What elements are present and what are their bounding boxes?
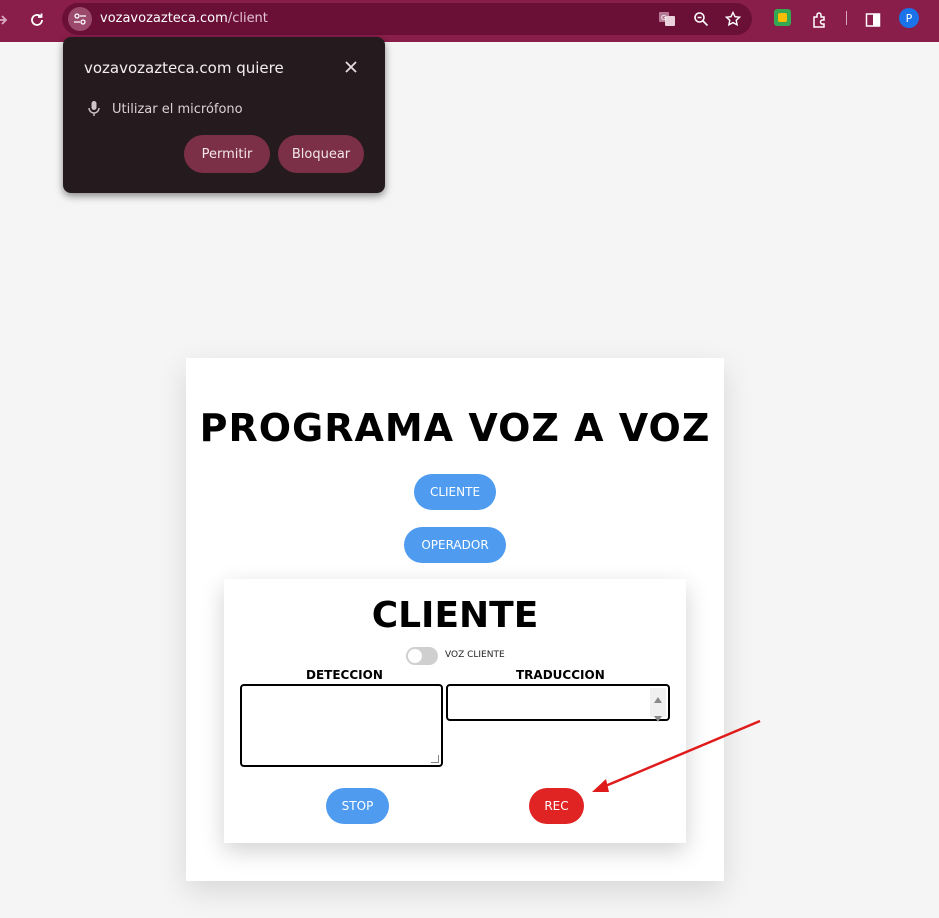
toolbar-divider — [846, 11, 847, 25]
scroll-down-icon[interactable] — [654, 707, 662, 726]
allow-button[interactable]: Permitir — [184, 135, 270, 173]
forward-icon[interactable] — [0, 8, 14, 32]
stop-button[interactable]: STOP — [326, 788, 389, 824]
url-host: vozavozazteca.com — [100, 11, 228, 26]
browser-toolbar: vozavozazteca.com/client G P — [0, 0, 939, 42]
page-title: PROGRAMA VOZ A VOZ — [199, 406, 711, 450]
reload-icon[interactable] — [25, 8, 49, 32]
side-panel-icon[interactable] — [861, 8, 885, 32]
scroll-up-icon[interactable] — [654, 688, 662, 707]
permission-popup: vozavozazteca.com quiere Utilizar el mic… — [63, 37, 385, 193]
rec-button[interactable]: REC — [529, 788, 584, 824]
translate-icon[interactable]: G — [657, 9, 677, 29]
deteccion-textarea[interactable] — [240, 684, 443, 767]
extension-icon[interactable] — [774, 9, 791, 26]
operador-button[interactable]: OPERADOR — [404, 527, 506, 563]
permission-title: vozavozazteca.com quiere — [84, 59, 284, 77]
extensions-puzzle-icon[interactable] — [808, 8, 832, 32]
scrollbar[interactable] — [650, 688, 666, 722]
cliente-panel: CLIENTE VOZ CLIENTE DETECCION TRADUCCION… — [224, 579, 686, 843]
url-text: vozavozazteca.com/client — [100, 11, 268, 26]
url-path: /client — [227, 11, 268, 26]
close-icon[interactable] — [343, 59, 359, 75]
zoom-icon[interactable] — [691, 9, 711, 29]
svg-text:G: G — [661, 14, 666, 22]
bookmark-star-icon[interactable] — [723, 9, 743, 29]
voz-cliente-toggle[interactable] — [406, 647, 438, 665]
permission-text: Utilizar el micrófono — [112, 102, 243, 117]
traduccion-textarea[interactable] — [446, 684, 670, 722]
cliente-button[interactable]: CLIENTE — [414, 474, 496, 510]
address-bar[interactable]: vozavozazteca.com/client G — [62, 3, 752, 35]
profile-avatar[interactable]: P — [899, 8, 919, 28]
panel-title: CLIENTE — [371, 595, 539, 636]
main-card: PROGRAMA VOZ A VOZ CLIENTE OPERADOR CLIE… — [186, 358, 724, 881]
traduccion-label: TRADUCCION — [516, 668, 605, 682]
block-button[interactable]: Bloquear — [278, 135, 364, 173]
microphone-icon — [87, 100, 101, 118]
site-info-icon[interactable] — [68, 7, 92, 31]
voz-cliente-label: VOZ CLIENTE — [445, 650, 505, 660]
deteccion-label: DETECCION — [306, 668, 383, 682]
